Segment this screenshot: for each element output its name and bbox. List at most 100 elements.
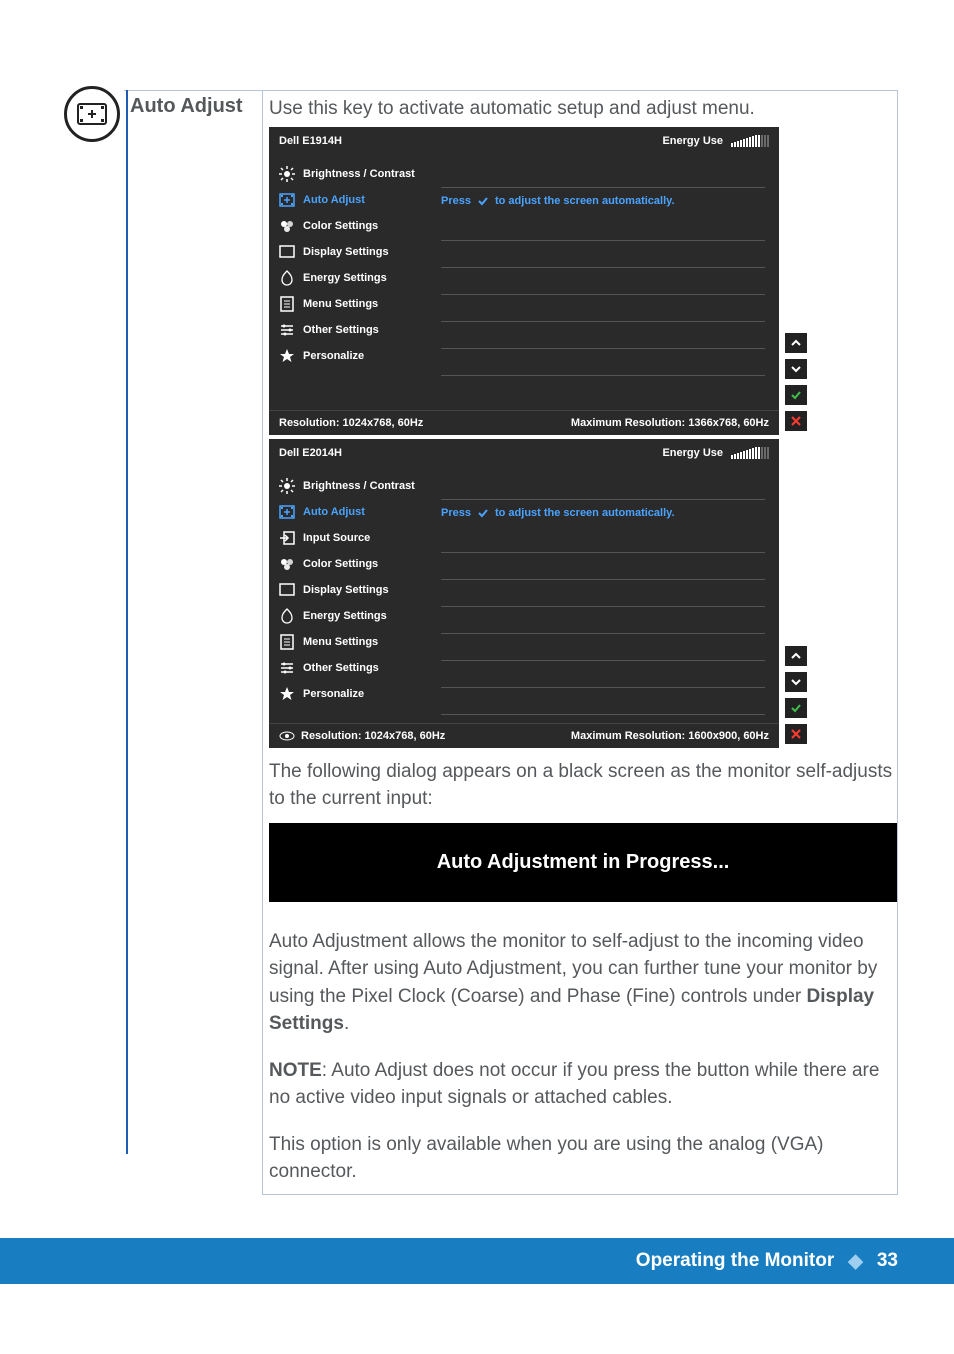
brightness-icon xyxy=(279,166,295,182)
energy-bars-icon xyxy=(731,447,769,459)
check-icon xyxy=(477,507,489,519)
osd2-max-resolution: Maximum Resolution: 1600x900, 60Hz xyxy=(571,730,769,742)
para-auto-adjust: Auto Adjustment allows the monitor to se… xyxy=(269,928,897,1038)
auto-adjust-icon xyxy=(279,504,295,520)
chevron-down-icon xyxy=(790,363,802,375)
osd-menu-item[interactable]: Other Settings xyxy=(275,655,435,681)
osd-menu-label: Display Settings xyxy=(303,584,389,596)
osd-menu-item[interactable]: Energy Settings xyxy=(275,265,435,291)
osd-menu-label: Personalize xyxy=(303,350,364,362)
osd-menu-label: Other Settings xyxy=(303,662,379,674)
page-footer: Operating the Monitor ◆ 33 xyxy=(0,1238,954,1284)
check-icon xyxy=(477,195,489,207)
other-icon xyxy=(279,322,295,338)
osd-menu-item[interactable]: Menu Settings xyxy=(275,291,435,317)
display-icon xyxy=(279,582,295,598)
osd1-side-buttons xyxy=(785,333,807,435)
chevron-down-icon xyxy=(790,676,802,688)
color-icon xyxy=(279,556,295,572)
diamond-icon: ◆ xyxy=(848,1250,863,1273)
row-label-cell: Auto Adjust xyxy=(124,90,263,1195)
auto-adjust-icon xyxy=(77,103,107,125)
osd-menu-item[interactable]: Menu Settings xyxy=(275,629,435,655)
osd-panel-1: Dell E1914H Energy Use Brightness / Cont… xyxy=(269,127,779,435)
osd-menu-label: Display Settings xyxy=(303,246,389,258)
auto-adjust-icon xyxy=(279,192,295,208)
nav-close-button[interactable] xyxy=(785,411,807,431)
menu-icon xyxy=(279,296,295,312)
footer-section: Operating the Monitor xyxy=(636,1250,834,1272)
osd-menu-item[interactable]: Display Settings xyxy=(275,577,435,603)
nav-down-button[interactable] xyxy=(785,672,807,692)
osd-menu-item[interactable]: Color Settings xyxy=(275,551,435,577)
osd-menu-item[interactable]: Personalize xyxy=(275,343,435,369)
row-heading: Auto Adjust xyxy=(130,95,256,118)
osd1-hint: Press to adjust the screen automatically… xyxy=(441,188,769,214)
osd-menu-label: Auto Adjust xyxy=(303,506,365,518)
para-vga: This option is only available when you a… xyxy=(269,1131,897,1186)
nav-up-button[interactable] xyxy=(785,333,807,353)
display-icon xyxy=(279,244,295,260)
osd-menu-label: Brightness / Contrast xyxy=(303,480,415,492)
osd-menu-item[interactable]: Input Source xyxy=(275,525,435,551)
eye-icon xyxy=(279,731,295,741)
color-icon xyxy=(279,218,295,234)
osd-menu-item[interactable]: Personalize xyxy=(275,681,435,707)
osd-menu-item[interactable]: Brightness / Contrast xyxy=(275,161,435,187)
osd-menu-item[interactable]: Auto Adjust xyxy=(275,187,435,213)
osd2-energy-label: Energy Use xyxy=(662,447,723,459)
brightness-icon xyxy=(279,478,295,494)
auto-adjust-button[interactable] xyxy=(64,86,120,142)
osd2-hint: Press to adjust the screen automatically… xyxy=(441,500,769,526)
other-icon xyxy=(279,660,295,676)
osd1-energy-label: Energy Use xyxy=(662,135,723,147)
close-icon xyxy=(790,415,802,427)
osd-menu-label: Auto Adjust xyxy=(303,194,365,206)
osd2-side-buttons xyxy=(785,646,807,748)
check-icon xyxy=(790,702,802,714)
input-icon xyxy=(279,530,295,546)
energy-icon xyxy=(279,270,295,286)
osd-menu-label: Energy Settings xyxy=(303,610,387,622)
osd-menu-item[interactable]: Auto Adjust xyxy=(275,499,435,525)
nav-ok-button[interactable] xyxy=(785,385,807,405)
after-osd-text: The following dialog appears on a black … xyxy=(269,758,897,813)
nav-up-button[interactable] xyxy=(785,646,807,666)
star-icon xyxy=(279,348,295,364)
energy-bars-icon xyxy=(731,135,769,147)
intro-text: Use this key to activate automatic setup… xyxy=(269,95,897,123)
menu-icon xyxy=(279,634,295,650)
close-icon xyxy=(790,728,802,740)
osd2-model: Dell E2014H xyxy=(279,447,342,459)
osd-menu-item[interactable]: Energy Settings xyxy=(275,603,435,629)
nav-ok-button[interactable] xyxy=(785,698,807,718)
star-icon xyxy=(279,686,295,702)
osd-menu-label: Menu Settings xyxy=(303,298,378,310)
progress-text: Auto Adjustment in Progress... xyxy=(437,851,730,873)
osd1-resolution: Resolution: 1024x768, 60Hz xyxy=(279,417,423,429)
check-icon xyxy=(790,389,802,401)
osd-menu-label: Personalize xyxy=(303,688,364,700)
nav-close-button[interactable] xyxy=(785,724,807,744)
osd-menu-label: Color Settings xyxy=(303,558,378,570)
osd-menu-label: Color Settings xyxy=(303,220,378,232)
osd-menu-label: Input Source xyxy=(303,532,370,544)
chevron-up-icon xyxy=(790,650,802,662)
footer-page: 33 xyxy=(877,1250,898,1272)
chevron-up-icon xyxy=(790,337,802,349)
osd1-model: Dell E1914H xyxy=(279,135,342,147)
progress-dialog: Auto Adjustment in Progress... xyxy=(269,823,897,902)
nav-down-button[interactable] xyxy=(785,359,807,379)
osd-menu-label: Other Settings xyxy=(303,324,379,336)
row-icon-cell xyxy=(56,90,124,1195)
osd-menu-item[interactable]: Brightness / Contrast xyxy=(275,473,435,499)
osd-menu-item[interactable]: Display Settings xyxy=(275,239,435,265)
osd2-resolution: Resolution: 1024x768, 60Hz xyxy=(301,730,445,742)
osd-menu-item[interactable]: Other Settings xyxy=(275,317,435,343)
osd1-max-resolution: Maximum Resolution: 1366x768, 60Hz xyxy=(571,417,769,429)
para-note: NOTE: Auto Adjust does not occur if you … xyxy=(269,1057,897,1112)
osd-menu-label: Brightness / Contrast xyxy=(303,168,415,180)
osd-panel-2: Dell E2014H Energy Use Brightness / Cont… xyxy=(269,439,779,748)
osd-menu-item[interactable]: Color Settings xyxy=(275,213,435,239)
osd-menu-label: Menu Settings xyxy=(303,636,378,648)
